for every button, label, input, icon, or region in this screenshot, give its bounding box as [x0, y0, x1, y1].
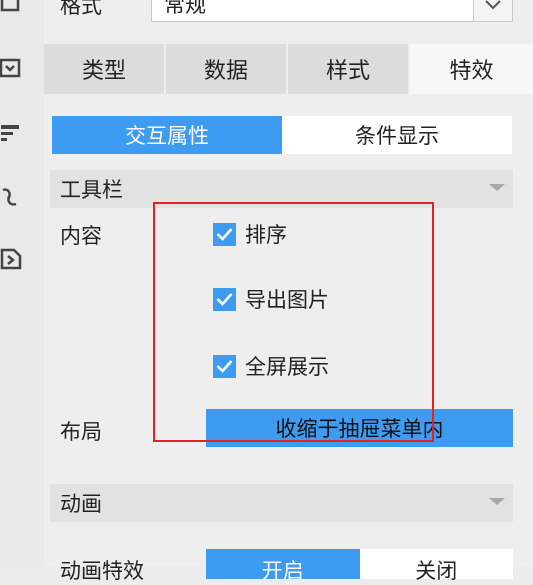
properties-panel: 格式 常规 类型 数据 样式 特效 交互属性 条件显示 工具栏 内容 排序 导出…	[44, 0, 533, 583]
tab-data[interactable]: 数据	[166, 44, 288, 94]
tab-style[interactable]: 样式	[288, 44, 410, 94]
collapse-caret-icon	[489, 498, 505, 505]
left-toolbar	[0, 0, 44, 567]
animation-toggle: 开启 关闭	[206, 549, 513, 583]
format-dropdown-button[interactable]	[473, 0, 513, 22]
animation-group-header[interactable]: 动画	[50, 484, 513, 522]
format-select[interactable]: 常规	[151, 0, 513, 22]
text-format-icon[interactable]	[0, 122, 22, 144]
import-icon[interactable]	[0, 248, 22, 270]
dropdown-box-icon[interactable]	[0, 58, 22, 80]
main-tabs: 类型 数据 样式 特效	[44, 44, 533, 94]
animation-on-button[interactable]: 开启	[206, 549, 360, 583]
animation-group-title: 动画	[60, 492, 102, 516]
collapse-caret-icon	[489, 184, 505, 191]
chevron-down-icon	[485, 0, 501, 10]
tab-type[interactable]: 类型	[44, 44, 166, 94]
toolbar-group-title: 工具栏	[60, 178, 123, 202]
square-icon[interactable]	[0, 0, 22, 14]
sub-tabs: 交互属性 条件显示	[52, 116, 512, 154]
format-label: 格式	[60, 0, 102, 18]
animation-effect-label: 动画特效	[60, 559, 144, 583]
highlight-box	[153, 202, 434, 442]
animation-off-button[interactable]: 关闭	[359, 549, 513, 583]
content-label: 内容	[60, 224, 102, 248]
tab-effects[interactable]: 特效	[410, 44, 533, 94]
link-icon[interactable]	[0, 186, 22, 208]
layout-label: 布局	[60, 420, 102, 444]
subtab-interaction[interactable]: 交互属性	[52, 116, 282, 154]
subtab-conditional-display[interactable]: 条件显示	[282, 116, 512, 154]
